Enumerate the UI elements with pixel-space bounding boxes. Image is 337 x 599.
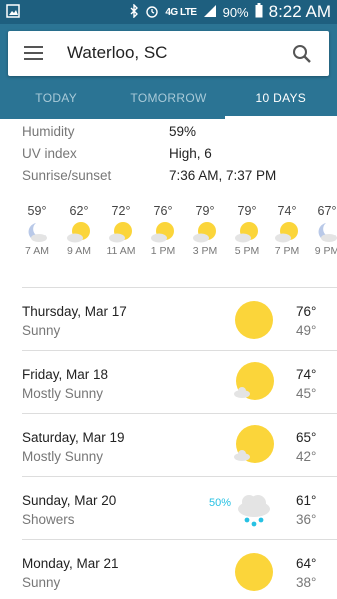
precip-chance: 50% [209,497,232,509]
hour-time: 1 PM [150,245,176,257]
detail-label: Humidity [22,124,75,139]
showers-icon [238,495,270,527]
day-date: Sunday, Mar 20 [22,493,117,508]
location-name[interactable]: Waterloo, SC [67,43,167,63]
alarm-icon [145,4,159,21]
day-high: 74° [296,367,317,382]
day-condition: Mostly Sunny [22,386,104,401]
daily-row[interactable]: Monday, Mar 21 Sunny 64° 38° [0,540,337,599]
menu-icon[interactable] [24,46,43,61]
search-card[interactable]: Waterloo, SC [8,31,329,76]
hour-temp: 62° [69,204,89,218]
forecast-tabs: TODAY TOMORROW 10 DAYS [0,79,337,119]
hour-time: 3 PM [192,245,218,257]
hour-temp: 59° [27,204,47,218]
partly-sunny-icon [235,222,258,243]
day-condition: Showers [22,512,75,527]
daily-row[interactable]: Friday, Mar 18 Mostly Sunny 74° 45° [0,351,337,413]
partly-sunny-icon [67,222,90,243]
hourly-item: 67° 9 PM [306,204,337,257]
detail-label: UV index [22,146,77,161]
day-condition: Sunny [22,575,61,590]
hourly-item: 79° 3 PM [184,204,226,257]
day-condition: Sunny [22,323,61,338]
partly-sunny-icon [193,222,216,243]
day-date: Thursday, Mar 17 [22,304,127,319]
detail-value: High, 6 [169,146,212,161]
day-low: 45° [296,386,317,401]
clock: 8:22 AM [268,2,331,21]
battery-level: 90% [222,4,249,20]
tab-today[interactable]: TODAY [0,79,112,119]
sun-icon [235,553,273,591]
daily-row[interactable]: Saturday, Mar 19 Mostly Sunny 65° 42° [0,414,337,476]
hour-time: 5 PM [234,245,260,257]
day-date: Saturday, Mar 19 [22,430,125,445]
day-high: 65° [296,430,317,445]
partly-sunny-icon [151,222,174,243]
network-type: 4G LTE [165,6,197,18]
battery-icon [255,3,263,21]
hourly-item: 59° 7 AM [16,204,58,257]
moon-icon [28,223,47,242]
hour-temp: 76° [153,204,173,218]
hour-temp: 79° [195,204,215,218]
hour-time: 9 PM [314,245,337,257]
mostly-sunny-icon [234,425,274,463]
bluetooth-icon [129,2,139,21]
hourly-forecast[interactable]: 59° 7 AM 62° 9 AM 72° 11 AM 76° 1 PM 79°… [0,204,337,274]
day-high: 61° [296,493,317,508]
hourly-item: 62° 9 AM [58,204,100,257]
app-bar: Waterloo, SC TODAY TOMORROW 10 DAYS [0,24,337,119]
day-low: 49° [296,323,317,338]
hour-temp: 79° [237,204,257,218]
hourly-item: 72° 11 AM [100,204,142,257]
tab-tomorrow[interactable]: TOMORROW [112,79,224,119]
tab-10-days[interactable]: 10 DAYS [224,79,337,119]
mostly-sunny-icon [234,362,274,400]
hourly-item: 79° 5 PM [226,204,268,257]
hour-temp: 67° [317,204,337,218]
day-low: 38° [296,575,317,590]
detail-label: Sunrise/sunset [22,168,112,183]
moon-cloud-icon [318,223,337,242]
day-high: 64° [296,556,317,571]
day-high: 76° [296,304,317,319]
partly-sunny-icon [275,222,298,243]
signal-icon [203,4,217,21]
search-icon[interactable] [291,43,313,65]
hour-temp: 72° [111,204,131,218]
hour-time: 7 AM [25,245,49,257]
hour-time: 7 PM [274,245,300,257]
hour-time: 11 AM [106,245,136,257]
daily-row[interactable]: Sunday, Mar 20 Showers 50% 61° 36° [0,477,337,539]
hour-time: 9 AM [67,245,91,257]
day-condition: Mostly Sunny [22,449,104,464]
detail-value: 59% [169,124,197,139]
sun-icon [235,301,273,339]
day-low: 36° [296,512,317,527]
day-date: Friday, Mar 18 [22,367,109,382]
detail-value: 7:36 AM, 7:37 PM [169,168,277,183]
day-low: 42° [296,449,317,464]
status-bar: 4G LTE 90% 8:22 AM [0,0,337,24]
hourly-item: 74° 7 PM [266,204,308,257]
day-date: Monday, Mar 21 [22,556,119,571]
gallery-notification-icon [6,4,20,23]
hourly-item: 76° 1 PM [142,204,184,257]
daily-row[interactable]: Thursday, Mar 17 Sunny 76° 49° [0,288,337,350]
partly-sunny-icon [109,222,132,243]
hour-temp: 74° [277,204,297,218]
